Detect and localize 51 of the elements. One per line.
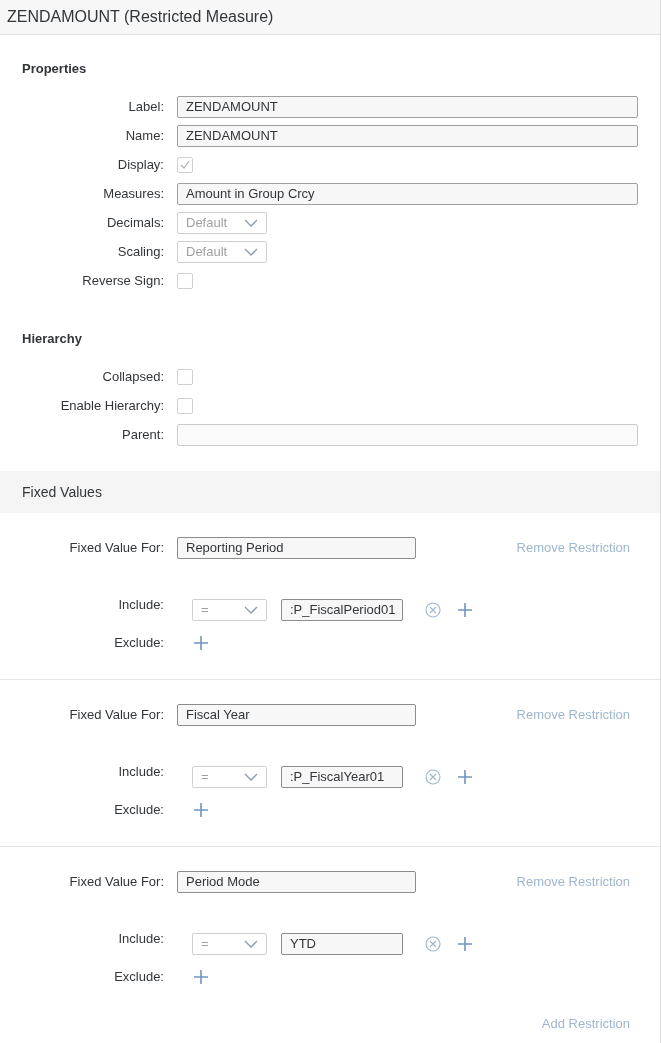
text-field[interactable]: YTD [281,932,403,955]
chevron-down-icon [244,247,258,256]
field-label: Exclude: [113,969,164,984]
field-label: Include: [117,930,164,946]
section-heading: Hierarchy [21,331,83,346]
text-field[interactable]: ZENDAMOUNT [177,95,638,118]
chevron-down-icon [244,218,258,227]
field-label: Scaling: [116,244,164,259]
field-label: Measures: [102,186,164,201]
checkbox[interactable] [177,368,193,385]
text-field[interactable]: ZENDAMOUNT [177,124,638,147]
field-label: Label: [127,99,164,114]
clear-icon[interactable] [425,935,441,952]
add-icon[interactable] [458,769,472,784]
field-label: Decimals: [105,215,164,230]
field-label: Enable Hierarchy: [59,398,164,413]
add-icon[interactable] [194,635,208,650]
text-field[interactable]: Reporting Period [177,536,416,559]
field-label: Display: [116,157,164,172]
add-icon[interactable] [194,802,208,817]
field-label: Collapsed: [101,369,164,384]
text-field[interactable]: Fiscal Year [177,703,416,726]
clear-icon[interactable] [425,768,441,785]
section-heading: Fixed Values [22,484,102,500]
add-icon[interactable] [194,969,208,984]
chevron-down-icon [244,605,258,614]
checkbox[interactable] [177,397,193,414]
text-field[interactable]: :P_FiscalPeriod01 [281,598,403,621]
text-field[interactable] [177,423,638,446]
field-label: Exclude: [113,802,164,817]
field-label: Fixed Value For: [68,707,164,722]
section-heading: Properties [21,61,88,76]
field-label: Include: [117,763,164,779]
field-label: Name: [124,128,164,143]
checkbox[interactable] [177,272,193,289]
text-field[interactable]: Period Mode [177,870,416,893]
field-label: Fixed Value For: [68,540,164,555]
add-icon[interactable] [458,602,472,617]
field-label: Exclude: [113,635,164,650]
clear-icon[interactable] [425,601,441,618]
page-title: ZENDAMOUNT (Restricted Measure) [7,8,274,26]
chevron-down-icon [244,772,258,781]
checkbox[interactable] [177,156,193,173]
field-label: Parent: [121,427,164,442]
field-label: Fixed Value For: [68,874,164,889]
add-icon[interactable] [458,936,472,951]
text-field[interactable]: Amount in Group Crcy [177,182,638,205]
chevron-down-icon [244,939,258,948]
field-label: Include: [117,596,164,612]
field-label: Reverse Sign: [81,273,164,288]
text-field[interactable]: :P_FiscalYear01 [281,765,403,788]
